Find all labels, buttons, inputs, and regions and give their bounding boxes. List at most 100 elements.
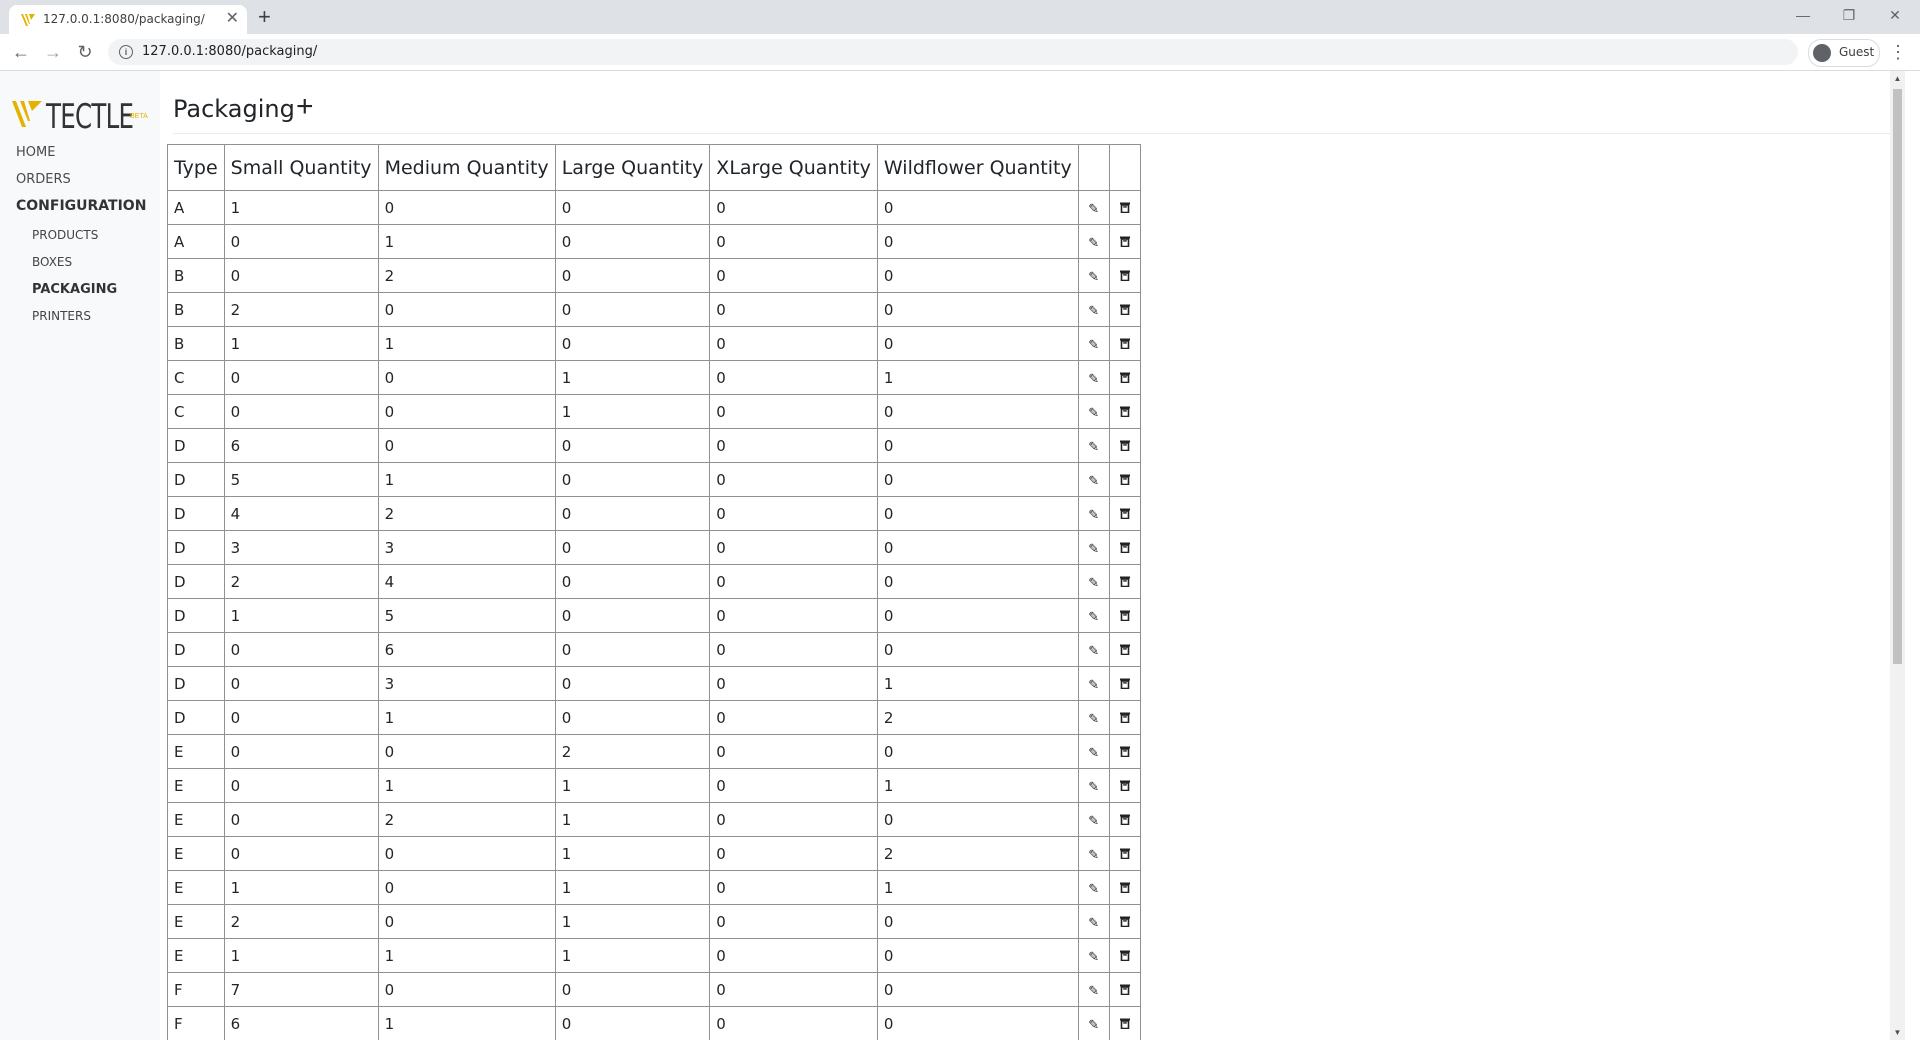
- scroll-down-icon[interactable]: ▼: [1893, 1028, 1902, 1037]
- pencil-icon[interactable]: ✎: [1088, 339, 1100, 352]
- add-packaging-icon[interactable]: +: [296, 90, 314, 124]
- site-info-icon[interactable]: i: [119, 45, 133, 59]
- close-tab-icon[interactable]: ✕: [226, 8, 239, 30]
- trash-icon[interactable]: [1119, 915, 1131, 927]
- pencil-icon[interactable]: ✎: [1088, 271, 1100, 284]
- trash-icon[interactable]: [1119, 881, 1131, 893]
- browser-tab[interactable]: 127.0.0.1:8080/packaging/ ✕: [9, 5, 247, 34]
- trash-icon[interactable]: [1119, 541, 1131, 553]
- edit-cell: ✎: [1077, 972, 1110, 1007]
- trash-icon[interactable]: [1119, 473, 1131, 485]
- pencil-icon[interactable]: ✎: [1088, 747, 1100, 760]
- pencil-icon[interactable]: ✎: [1088, 883, 1100, 896]
- nav-orders[interactable]: ORDERS: [16, 172, 71, 187]
- trash-icon[interactable]: [1119, 745, 1131, 757]
- cell-type: D: [167, 462, 225, 497]
- table-row: C 0 0 1 0 0 ✎: [167, 394, 1141, 429]
- trash-icon[interactable]: [1119, 269, 1131, 281]
- minimize-icon[interactable]: —: [1780, 0, 1826, 30]
- trash-icon[interactable]: [1119, 405, 1131, 417]
- pencil-icon[interactable]: ✎: [1088, 611, 1100, 624]
- back-icon[interactable]: ←: [9, 40, 33, 64]
- pencil-icon[interactable]: ✎: [1088, 849, 1100, 862]
- trash-icon[interactable]: [1119, 439, 1131, 451]
- scroll-up-icon[interactable]: ▲: [1893, 74, 1902, 83]
- trash-icon[interactable]: [1119, 847, 1131, 859]
- pencil-icon[interactable]: ✎: [1088, 373, 1100, 386]
- trash-icon[interactable]: [1119, 507, 1131, 519]
- pencil-icon[interactable]: ✎: [1088, 577, 1100, 590]
- cell-large-quantity: 0: [554, 530, 711, 565]
- forward-icon[interactable]: →: [41, 40, 65, 64]
- table-row: B 2 0 0 0 0 ✎: [167, 292, 1141, 327]
- scrollbar-thumb[interactable]: [1893, 89, 1902, 664]
- cell-medium-quantity: 0: [377, 836, 556, 871]
- trash-icon[interactable]: [1119, 235, 1131, 247]
- table-row: D 0 6 0 0 0 ✎: [167, 632, 1141, 667]
- pencil-icon[interactable]: ✎: [1088, 543, 1100, 556]
- reload-icon[interactable]: ↻: [73, 40, 97, 64]
- cell-small-quantity: 4: [223, 496, 379, 531]
- pencil-icon[interactable]: ✎: [1088, 985, 1100, 998]
- pencil-icon[interactable]: ✎: [1088, 203, 1100, 216]
- pencil-icon[interactable]: ✎: [1088, 441, 1100, 454]
- trash-icon[interactable]: [1119, 779, 1131, 791]
- pencil-icon[interactable]: ✎: [1088, 951, 1100, 964]
- profile-button[interactable]: Guest: [1808, 39, 1880, 67]
- trash-icon[interactable]: [1119, 337, 1131, 349]
- pencil-icon[interactable]: ✎: [1088, 713, 1100, 726]
- trash-icon[interactable]: [1119, 303, 1131, 315]
- pencil-icon[interactable]: ✎: [1088, 645, 1100, 658]
- close-window-icon[interactable]: ✕: [1872, 0, 1918, 30]
- new-tab-icon[interactable]: +: [258, 4, 271, 30]
- trash-icon[interactable]: [1119, 677, 1131, 689]
- url-text[interactable]: 127.0.0.1:8080/packaging/: [142, 44, 317, 59]
- packaging-table: Type Small Quantity Medium Quantity Larg…: [167, 144, 1141, 1040]
- nav-home[interactable]: HOME: [16, 145, 55, 160]
- pencil-icon[interactable]: ✎: [1088, 917, 1100, 930]
- pencil-icon[interactable]: ✎: [1088, 237, 1100, 250]
- pencil-icon[interactable]: ✎: [1088, 475, 1100, 488]
- nav-configuration[interactable]: CONFIGURATION: [16, 198, 146, 214]
- nav-printers[interactable]: PRINTERS: [32, 309, 91, 323]
- cell-large-quantity: 0: [554, 700, 711, 735]
- pencil-icon[interactable]: ✎: [1088, 781, 1100, 794]
- cell-small-quantity: 0: [223, 224, 379, 259]
- trash-icon[interactable]: [1119, 983, 1131, 995]
- nav-boxes[interactable]: BOXES: [32, 255, 72, 269]
- scrollbar[interactable]: ▲ ▼: [1890, 71, 1905, 1040]
- delete-cell: [1108, 700, 1141, 735]
- table-row: B 1 1 0 0 0 ✎: [167, 326, 1141, 361]
- trash-icon[interactable]: [1119, 643, 1131, 655]
- pencil-icon[interactable]: ✎: [1088, 509, 1100, 522]
- pencil-icon[interactable]: ✎: [1088, 407, 1100, 420]
- browser-menu-icon[interactable]: ⋮: [1889, 40, 1907, 64]
- nav-products[interactable]: PRODUCTS: [32, 228, 98, 242]
- trash-icon[interactable]: [1119, 609, 1131, 621]
- pencil-icon[interactable]: ✎: [1088, 679, 1100, 692]
- nav-packaging[interactable]: PACKAGING: [32, 282, 117, 297]
- delete-cell: [1108, 496, 1141, 531]
- pencil-icon[interactable]: ✎: [1088, 305, 1100, 318]
- cell-type: E: [167, 802, 225, 837]
- trash-icon[interactable]: [1119, 371, 1131, 383]
- trash-icon[interactable]: [1119, 1017, 1131, 1029]
- pencil-icon[interactable]: ✎: [1088, 815, 1100, 828]
- trash-icon[interactable]: [1119, 949, 1131, 961]
- cell-large-quantity: 0: [554, 666, 711, 701]
- trash-icon[interactable]: [1119, 813, 1131, 825]
- address-bar[interactable]: i 127.0.0.1:8080/packaging/: [108, 39, 1798, 65]
- page: TECTLE BETA HOME ORDERS CONFIGURATION PR…: [0, 71, 1905, 1040]
- pencil-icon[interactable]: ✎: [1088, 1019, 1100, 1032]
- cell-small-quantity: 2: [223, 564, 379, 599]
- cell-xlarge-quantity: 0: [709, 904, 878, 939]
- cell-large-quantity: 0: [554, 564, 711, 599]
- cell-large-quantity: 1: [554, 904, 711, 939]
- cell-type: A: [167, 224, 225, 259]
- trash-icon[interactable]: [1119, 711, 1131, 723]
- cell-type: E: [167, 904, 225, 939]
- trash-icon[interactable]: [1119, 201, 1131, 213]
- restore-icon[interactable]: ❐: [1826, 0, 1872, 30]
- trash-icon[interactable]: [1119, 575, 1131, 587]
- cell-type: F: [167, 1006, 225, 1040]
